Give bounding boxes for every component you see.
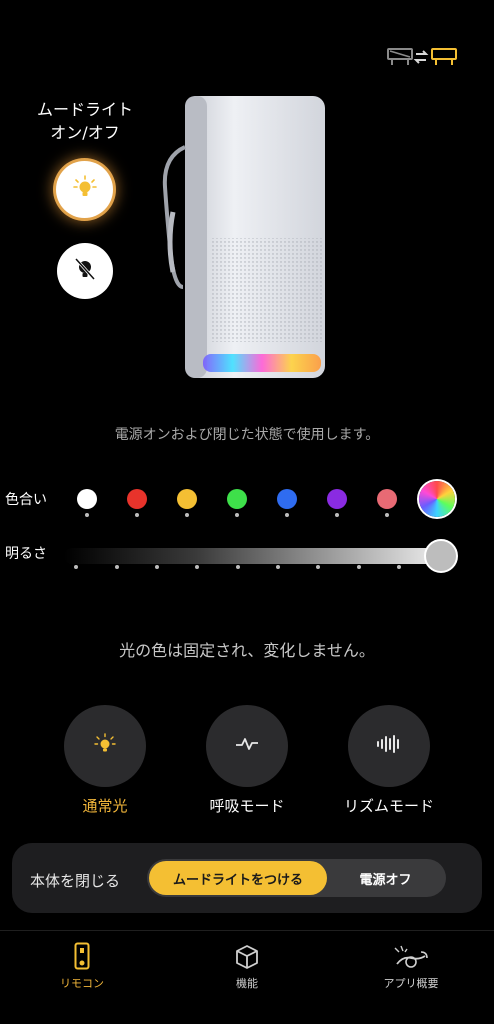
brightness-tick: [236, 565, 240, 569]
cube-icon: [187, 938, 307, 970]
brightness-tick: [276, 565, 280, 569]
swatch-indicator-dot: [335, 513, 339, 517]
device-swap-icon[interactable]: [386, 45, 460, 69]
color-swatch-pink[interactable]: [377, 489, 397, 509]
power-off-option[interactable]: 電源オフ: [327, 861, 444, 895]
lightbulb-icon: [94, 733, 116, 759]
brightness-tick: [357, 565, 361, 569]
color-swatch-blue[interactable]: [277, 489, 297, 509]
color-label: 色合い: [5, 492, 47, 508]
remote-icon: [22, 938, 142, 970]
color-swatch-yellow[interactable]: [177, 489, 197, 509]
pulse-wave-icon: [235, 736, 259, 756]
mode-label-normal: 通常光: [82, 797, 128, 815]
swatch-indicator-dot: [135, 513, 139, 517]
mood-light-on-option[interactable]: ムードライトをつける: [149, 861, 327, 895]
brightness-slider-thumb[interactable]: [424, 539, 458, 573]
tab-app-info[interactable]: アプリ概要: [351, 938, 471, 991]
brightness-tick: [115, 565, 119, 569]
brightness-slider-track[interactable]: [64, 548, 442, 564]
color-swatch-rainbow[interactable]: [419, 481, 455, 517]
brightness-tick: [74, 565, 78, 569]
app-info-icon: [351, 938, 471, 970]
swatch-indicator-dot: [235, 513, 239, 517]
tab-app-info-label: アプリ概要: [383, 977, 439, 990]
brightness-tick: [195, 565, 199, 569]
tab-features[interactable]: 機能: [187, 938, 307, 991]
usage-caption: 電源オンおよび閉じた状態で使用します。: [114, 427, 380, 443]
tab-remote-label: リモコン: [60, 977, 104, 990]
brightness-tick: [397, 565, 401, 569]
sound-wave-icon: [376, 735, 402, 757]
brightness-tick: [155, 565, 159, 569]
mode-button-normal[interactable]: [64, 705, 146, 787]
speaker-device-image: [155, 92, 335, 384]
mood-light-on-button[interactable]: [56, 161, 113, 218]
mood-light-title-line2: オン/オフ: [50, 123, 120, 142]
mode-button-breathing[interactable]: [206, 705, 288, 787]
mood-light-title: ムードライト オン/オフ: [20, 98, 150, 144]
color-swatch-white[interactable]: [77, 489, 97, 509]
color-swatch-green[interactable]: [227, 489, 247, 509]
tab-features-label: 機能: [236, 977, 258, 990]
mode-label-breathing: 呼吸モード: [209, 797, 285, 815]
mood-light-title-line1: ムードライト: [36, 100, 133, 119]
swatch-indicator-dot: [285, 513, 289, 517]
mode-label-rhythm: リズムモード: [343, 797, 434, 815]
mode-button-rhythm[interactable]: [348, 705, 430, 787]
swatch-indicator-dot: [385, 513, 389, 517]
mood-light-off-button[interactable]: [57, 243, 113, 299]
close-body-label: 本体を閉じる: [30, 872, 121, 890]
swatch-indicator-dot: [85, 513, 89, 517]
tab-remote[interactable]: リモコン: [22, 938, 142, 991]
mode-description: 光の色は固定され、変化しません。: [119, 641, 375, 660]
brightness-tick: [316, 565, 320, 569]
lightbulb-off-icon: [73, 256, 97, 286]
swatch-indicator-dot: [185, 513, 189, 517]
brightness-label: 明るさ: [5, 546, 47, 562]
tabbar-divider: [0, 930, 494, 931]
color-swatch-red[interactable]: [127, 489, 147, 509]
lightbulb-on-icon: [72, 174, 97, 205]
color-swatch-purple[interactable]: [327, 489, 347, 509]
